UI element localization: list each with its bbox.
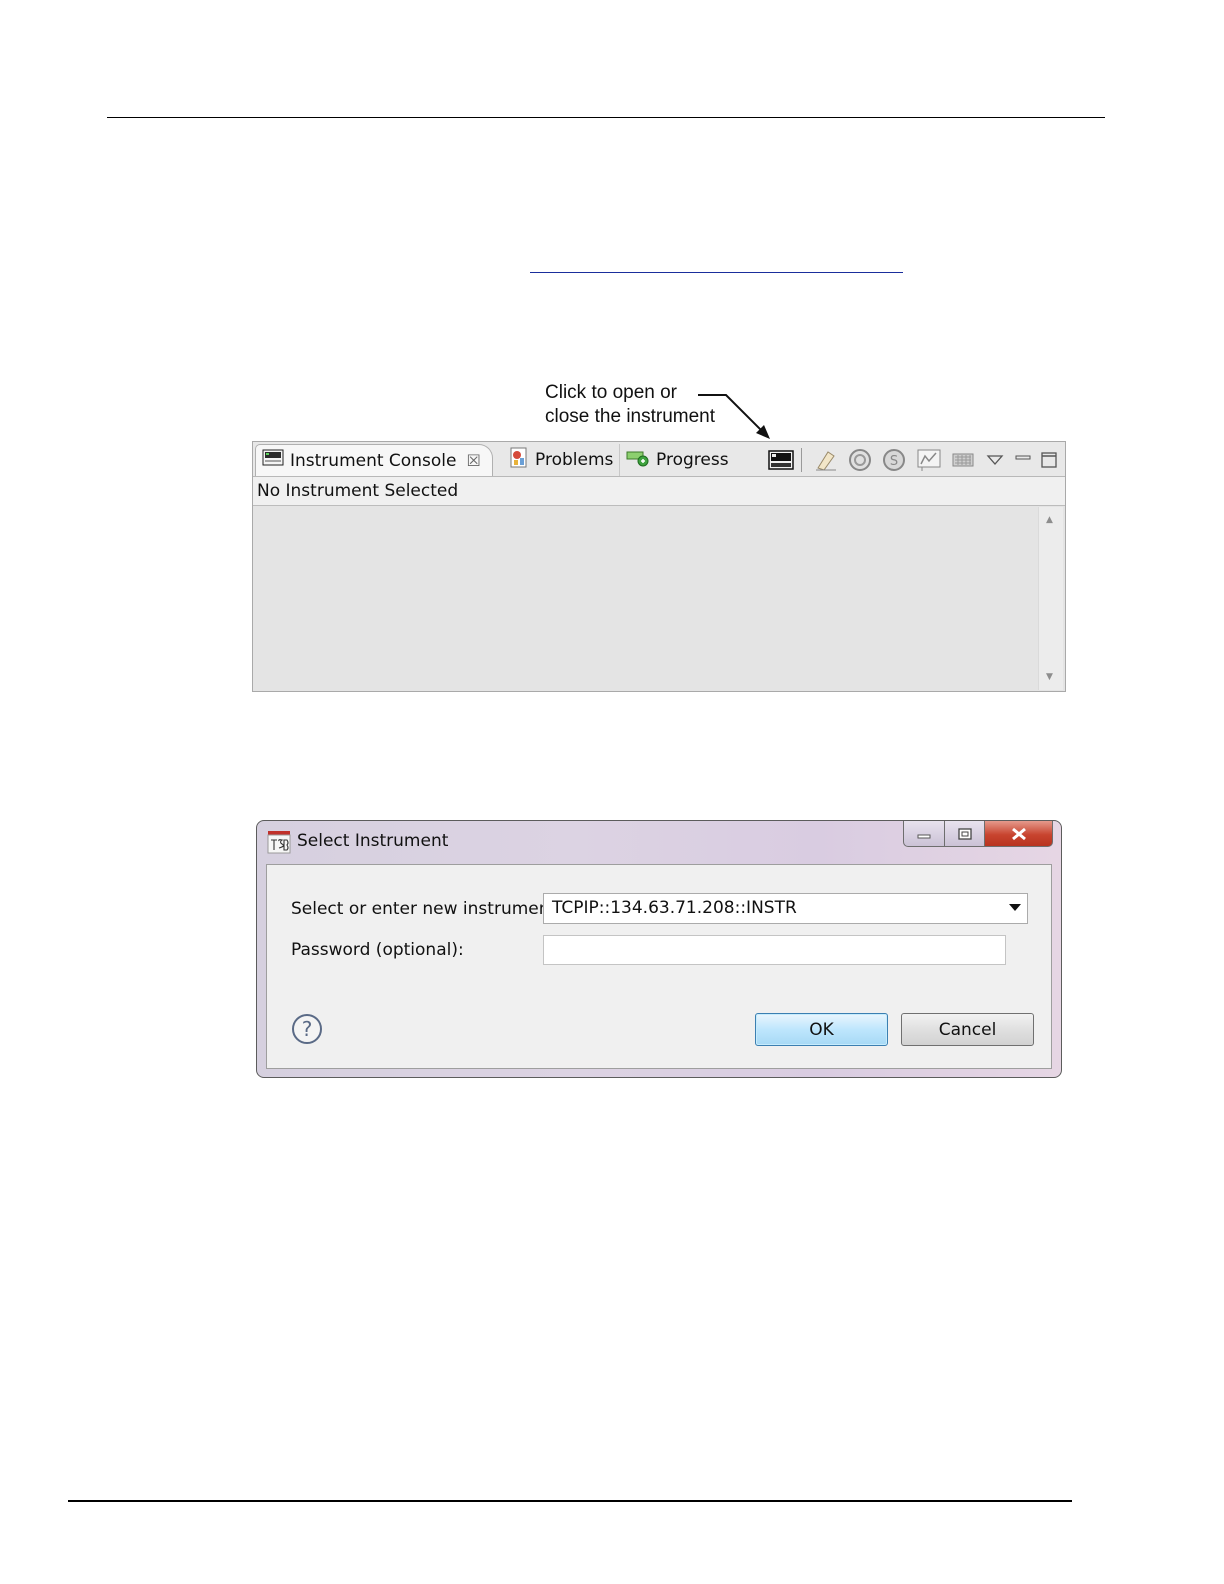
window-controls [903,821,1053,847]
abort-button[interactable] [847,448,873,472]
instrument-console-view: Instrument Console ☒ Problems Progress S [252,441,1066,692]
console-output-area[interactable] [255,507,1039,690]
footer-rule [68,1500,1072,1502]
instrument-connect-button[interactable] [767,448,795,472]
help-button[interactable]: ? [291,1013,323,1049]
view-menu-icon [986,455,1004,465]
svg-text:?: ? [302,1017,313,1041]
restore-icon [957,827,972,840]
vertical-scrollbar[interactable]: ▲ ▼ [1038,507,1063,690]
help-icon: ? [292,1014,322,1044]
scroll-up-icon[interactable]: ▲ [1046,515,1053,525]
clear-console-button[interactable] [813,448,839,472]
window-restore-button[interactable] [945,821,985,847]
view-tab-bar: Instrument Console ☒ Problems Progress S [253,442,1065,477]
tab-label: Problems [535,450,614,470]
instrument-field-label: Select or enter new instrument: [291,899,562,919]
tab-instrument-console[interactable]: Instrument Console ☒ [255,444,493,476]
tab-progress[interactable]: Progress [619,444,729,476]
maximize-view-button[interactable] [1039,448,1059,472]
view-menu-button[interactable] [985,448,1005,472]
close-icon [1011,827,1026,840]
tab-label: Progress [656,450,729,470]
clear-console-icon [816,451,836,471]
dialog-title: Select Instrument [297,831,449,851]
tab-problems[interactable]: Problems [503,444,615,476]
instrument-connect-icon [768,450,794,470]
graph-icon [917,449,941,471]
chevron-down-icon[interactable] [1009,904,1021,911]
callout-arrow-icon [698,394,770,439]
keyboard-button[interactable] [951,448,975,472]
instrument-combobox-value: TCPIP::134.63.71.208::INSTR [552,898,797,918]
password-field-label: Password (optional): [291,940,464,960]
scroll-down-icon[interactable]: ▼ [1046,672,1053,682]
progress-icon [626,448,650,473]
minimize-icon [917,834,931,838]
toolbar-separator [801,448,802,472]
window-close-button[interactable] [985,821,1053,847]
header-rule [107,117,1105,118]
tsb-logo-icon [267,830,291,858]
hyperlink-underline[interactable] [530,272,903,273]
instrument-console-icon [262,449,284,472]
maximize-icon [1041,452,1057,468]
cancel-button[interactable]: Cancel [901,1013,1034,1046]
problems-icon [509,447,529,474]
abort-icon [849,449,871,471]
minimize-view-button[interactable] [1013,448,1033,472]
instrument-status: No Instrument Selected [253,477,1065,506]
keyboard-icon [952,453,974,467]
password-field[interactable] [543,935,1006,965]
script-icon: S [883,449,905,471]
dialog-body: Select or enter new instrument: TCPIP::1… [266,864,1052,1069]
instrument-combobox[interactable]: TCPIP::134.63.71.208::INSTR [543,893,1028,924]
minimize-icon [1015,455,1031,460]
tab-label: Instrument Console [290,450,457,471]
window-minimize-button[interactable] [903,821,945,847]
script-button[interactable]: S [881,448,907,472]
select-instrument-dialog: Select Instrument Select or enter new in… [256,820,1062,1078]
graph-button[interactable] [915,448,943,472]
ok-button[interactable]: OK [755,1013,888,1046]
svg-text:S: S [890,454,898,469]
close-tab-icon[interactable]: ☒ [466,451,480,470]
